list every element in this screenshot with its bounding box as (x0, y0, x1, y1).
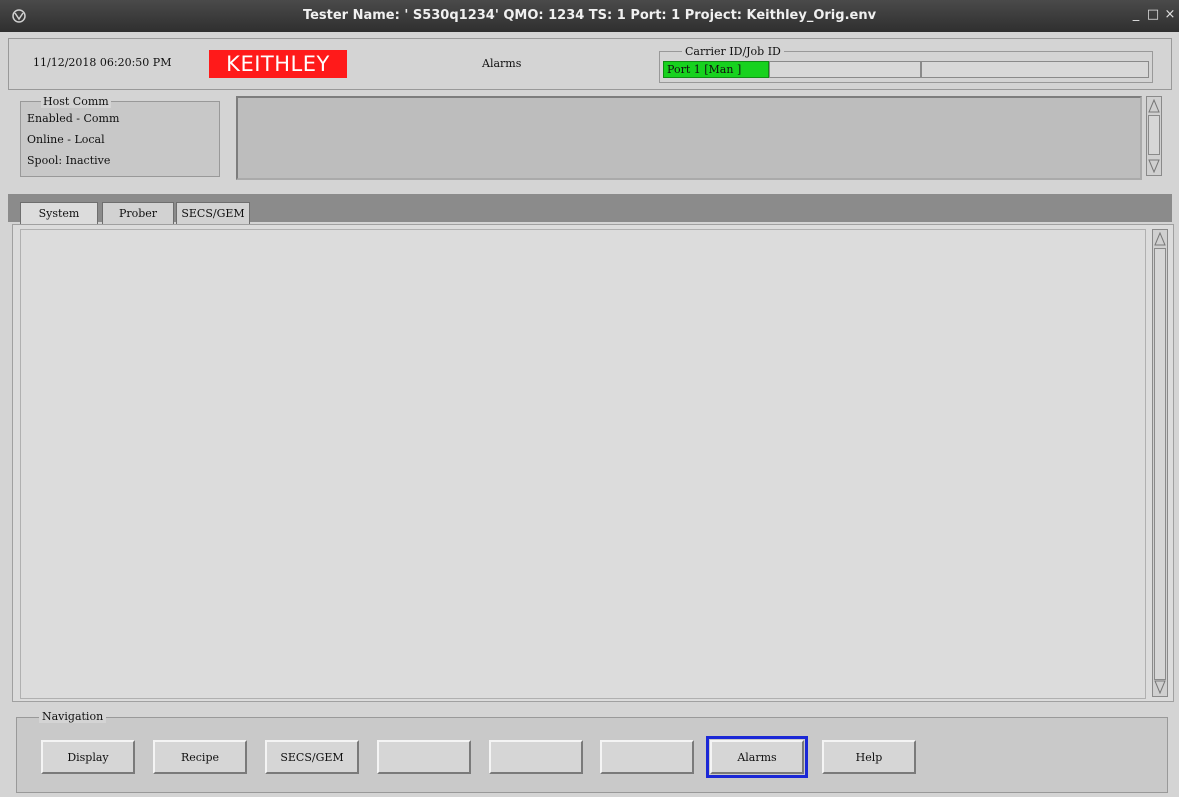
host-comm-line: Spool: Inactive (27, 154, 111, 167)
carrier-legend: Carrier ID/Job ID (682, 45, 784, 58)
window-title: Tester Name: ' S530q1234' QMO: 1234 TS: … (302, 8, 877, 23)
help-button[interactable]: Help (822, 740, 916, 774)
blank-button-2[interactable] (489, 740, 583, 774)
tab-system[interactable]: System (20, 202, 98, 226)
message-scrollbar[interactable] (1146, 96, 1162, 176)
system-content-area[interactable] (20, 229, 1146, 699)
job-id-field (921, 61, 1149, 78)
tab-prober[interactable]: Prober (102, 202, 174, 224)
port-status-cell: Port 1 [Man ] (663, 61, 769, 78)
host-comm-line: Online - Local (27, 133, 105, 146)
content-scrollbar[interactable] (1152, 229, 1168, 697)
scroll-down-icon[interactable] (1154, 680, 1166, 694)
scroll-thumb[interactable] (1148, 115, 1160, 155)
host-comm-legend: Host Comm (41, 95, 111, 108)
carrier-id-group: Carrier ID/Job ID Port 1 [Man ] (659, 45, 1153, 83)
alarms-button[interactable]: Alarms (706, 736, 808, 778)
scroll-up-icon[interactable] (1154, 232, 1166, 246)
blank-button-3[interactable] (600, 740, 694, 774)
tab-secs-gem[interactable]: SECS/GEM (176, 202, 250, 224)
minimize-icon[interactable]: _ (1129, 8, 1143, 22)
blank-button-1[interactable] (377, 740, 471, 774)
scroll-down-icon[interactable] (1148, 159, 1160, 173)
host-comm-group: Host Comm Enabled - Comm Online - Local … (20, 95, 220, 177)
secs-gem-button[interactable]: SECS/GEM (265, 740, 359, 774)
recipe-button[interactable]: Recipe (153, 740, 247, 774)
message-area[interactable] (236, 96, 1142, 180)
datetime-display: 11/12/2018 06:20:50 PM (33, 56, 172, 69)
host-comm-line: Enabled - Comm (27, 112, 120, 125)
carrier-id-field (769, 61, 921, 78)
display-button[interactable]: Display (41, 740, 135, 774)
scroll-thumb[interactable] (1154, 248, 1166, 680)
maximize-icon[interactable]: □ (1146, 8, 1160, 22)
close-icon[interactable]: × (1163, 8, 1177, 22)
navigation-legend: Navigation (39, 710, 107, 723)
status-label: Alarms (482, 57, 522, 70)
keithley-logo: KEITHLEY (209, 50, 347, 78)
title-bar: Tester Name: ' S530q1234' QMO: 1234 TS: … (0, 0, 1179, 32)
scroll-up-icon[interactable] (1148, 99, 1160, 113)
